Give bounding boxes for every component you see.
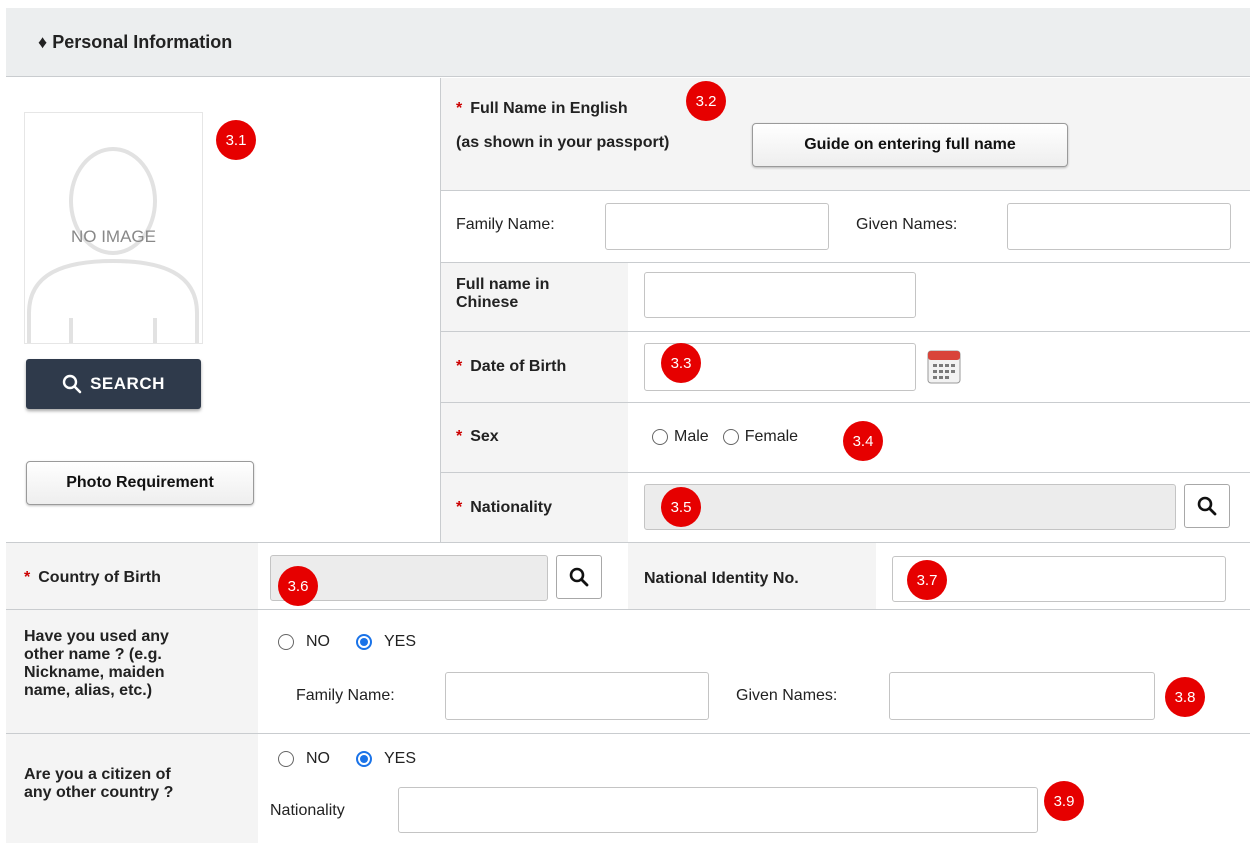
other-name-no-radio[interactable]	[278, 634, 294, 650]
other-citizen-question: Are you a citizen of any other country ?	[24, 766, 174, 801]
other-citizen-no-radio[interactable]	[278, 751, 294, 767]
other-name-radio-group: NO YES	[278, 633, 416, 651]
divider	[440, 402, 1250, 403]
section-title: ♦ Personal Information	[38, 32, 233, 52]
full-name-en-label: * Full Name in English	[456, 100, 628, 117]
other-nationality-label: Nationality	[270, 802, 345, 819]
other-citizen-no-label: NO	[306, 750, 330, 767]
other-family-name-label: Family Name:	[296, 687, 395, 704]
photo-requirement-button[interactable]: Photo Requirement	[26, 461, 254, 505]
photo-placeholder: NO IMAGE	[24, 112, 203, 344]
calendar-icon[interactable]	[927, 350, 961, 384]
annotation-badge-3-8: 3.8	[1165, 677, 1205, 717]
section-header: ♦ Personal Information	[6, 8, 1250, 77]
other-citizen-radio-group: NO YES	[278, 750, 416, 768]
country-of-birth-lookup-button[interactable]	[556, 555, 602, 599]
annotation-badge-3-3: 3.3	[661, 343, 701, 383]
family-name-label: Family Name:	[456, 216, 555, 233]
sex-radio-group: Male Female	[652, 428, 798, 446]
annotation-badge-3-6: 3.6	[278, 566, 318, 606]
national-id-label: National Identity No.	[644, 570, 799, 587]
sex-female-label: Female	[744, 428, 799, 445]
other-name-yes-label: YES	[384, 633, 417, 650]
full-name-cn-label: Full name in Chinese	[456, 276, 550, 311]
required-marker: *	[456, 499, 463, 516]
divider	[6, 733, 1250, 734]
dob-label: * Date of Birth	[456, 358, 567, 375]
search-icon	[1197, 496, 1217, 516]
other-given-names-input[interactable]	[889, 672, 1155, 720]
search-icon	[569, 567, 589, 587]
sex-male-radio[interactable]	[652, 429, 668, 445]
nationality-input[interactable]	[644, 484, 1176, 530]
photo-search-button[interactable]: SEARCH	[26, 359, 201, 409]
other-name-yes-radio[interactable]	[356, 634, 372, 650]
required-marker: *	[24, 569, 31, 586]
divider	[440, 331, 1250, 332]
divider	[440, 190, 1250, 191]
other-given-names-label: Given Names:	[736, 687, 838, 704]
country-of-birth-label: * Country of Birth	[24, 569, 161, 586]
bullet-icon: ♦	[38, 32, 48, 52]
annotation-badge-3-7: 3.7	[907, 560, 947, 600]
nationality-lookup-button[interactable]	[1184, 484, 1230, 528]
full-name-en-sublabel: (as shown in your passport)	[456, 134, 670, 151]
full-name-cn-input[interactable]	[644, 272, 916, 318]
given-names-label: Given Names:	[856, 216, 958, 233]
given-names-input[interactable]	[1007, 203, 1231, 250]
required-marker: *	[456, 358, 463, 375]
other-family-name-input[interactable]	[445, 672, 709, 720]
guide-full-name-button[interactable]: Guide on entering full name	[752, 123, 1068, 167]
other-nationality-input[interactable]	[398, 787, 1038, 833]
annotation-badge-3-9: 3.9	[1044, 781, 1084, 821]
divider	[6, 609, 1250, 610]
family-name-input[interactable]	[605, 203, 829, 250]
other-name-no-label: NO	[306, 633, 330, 650]
other-name-question: Have you used any other name ? (e.g. Nic…	[24, 628, 169, 699]
nationality-label: * Nationality	[456, 499, 553, 516]
required-marker: *	[456, 100, 463, 117]
other-citizen-yes-radio[interactable]	[356, 751, 372, 767]
no-image-text: NO IMAGE	[70, 227, 156, 246]
annotation-badge-3-5: 3.5	[661, 487, 701, 527]
other-citizen-yes-label: YES	[384, 750, 417, 767]
divider	[440, 472, 1250, 473]
divider	[6, 542, 1250, 543]
sex-male-label: Male	[674, 428, 709, 445]
sex-label: * Sex	[456, 428, 499, 445]
sex-female-radio[interactable]	[722, 429, 739, 445]
annotation-badge-3-4: 3.4	[843, 421, 883, 461]
divider	[440, 78, 441, 543]
annotation-badge-3-1: 3.1	[216, 120, 256, 160]
divider	[440, 262, 1250, 263]
annotation-badge-3-2: 3.2	[686, 81, 726, 121]
search-icon	[62, 374, 82, 394]
required-marker: *	[456, 428, 463, 445]
